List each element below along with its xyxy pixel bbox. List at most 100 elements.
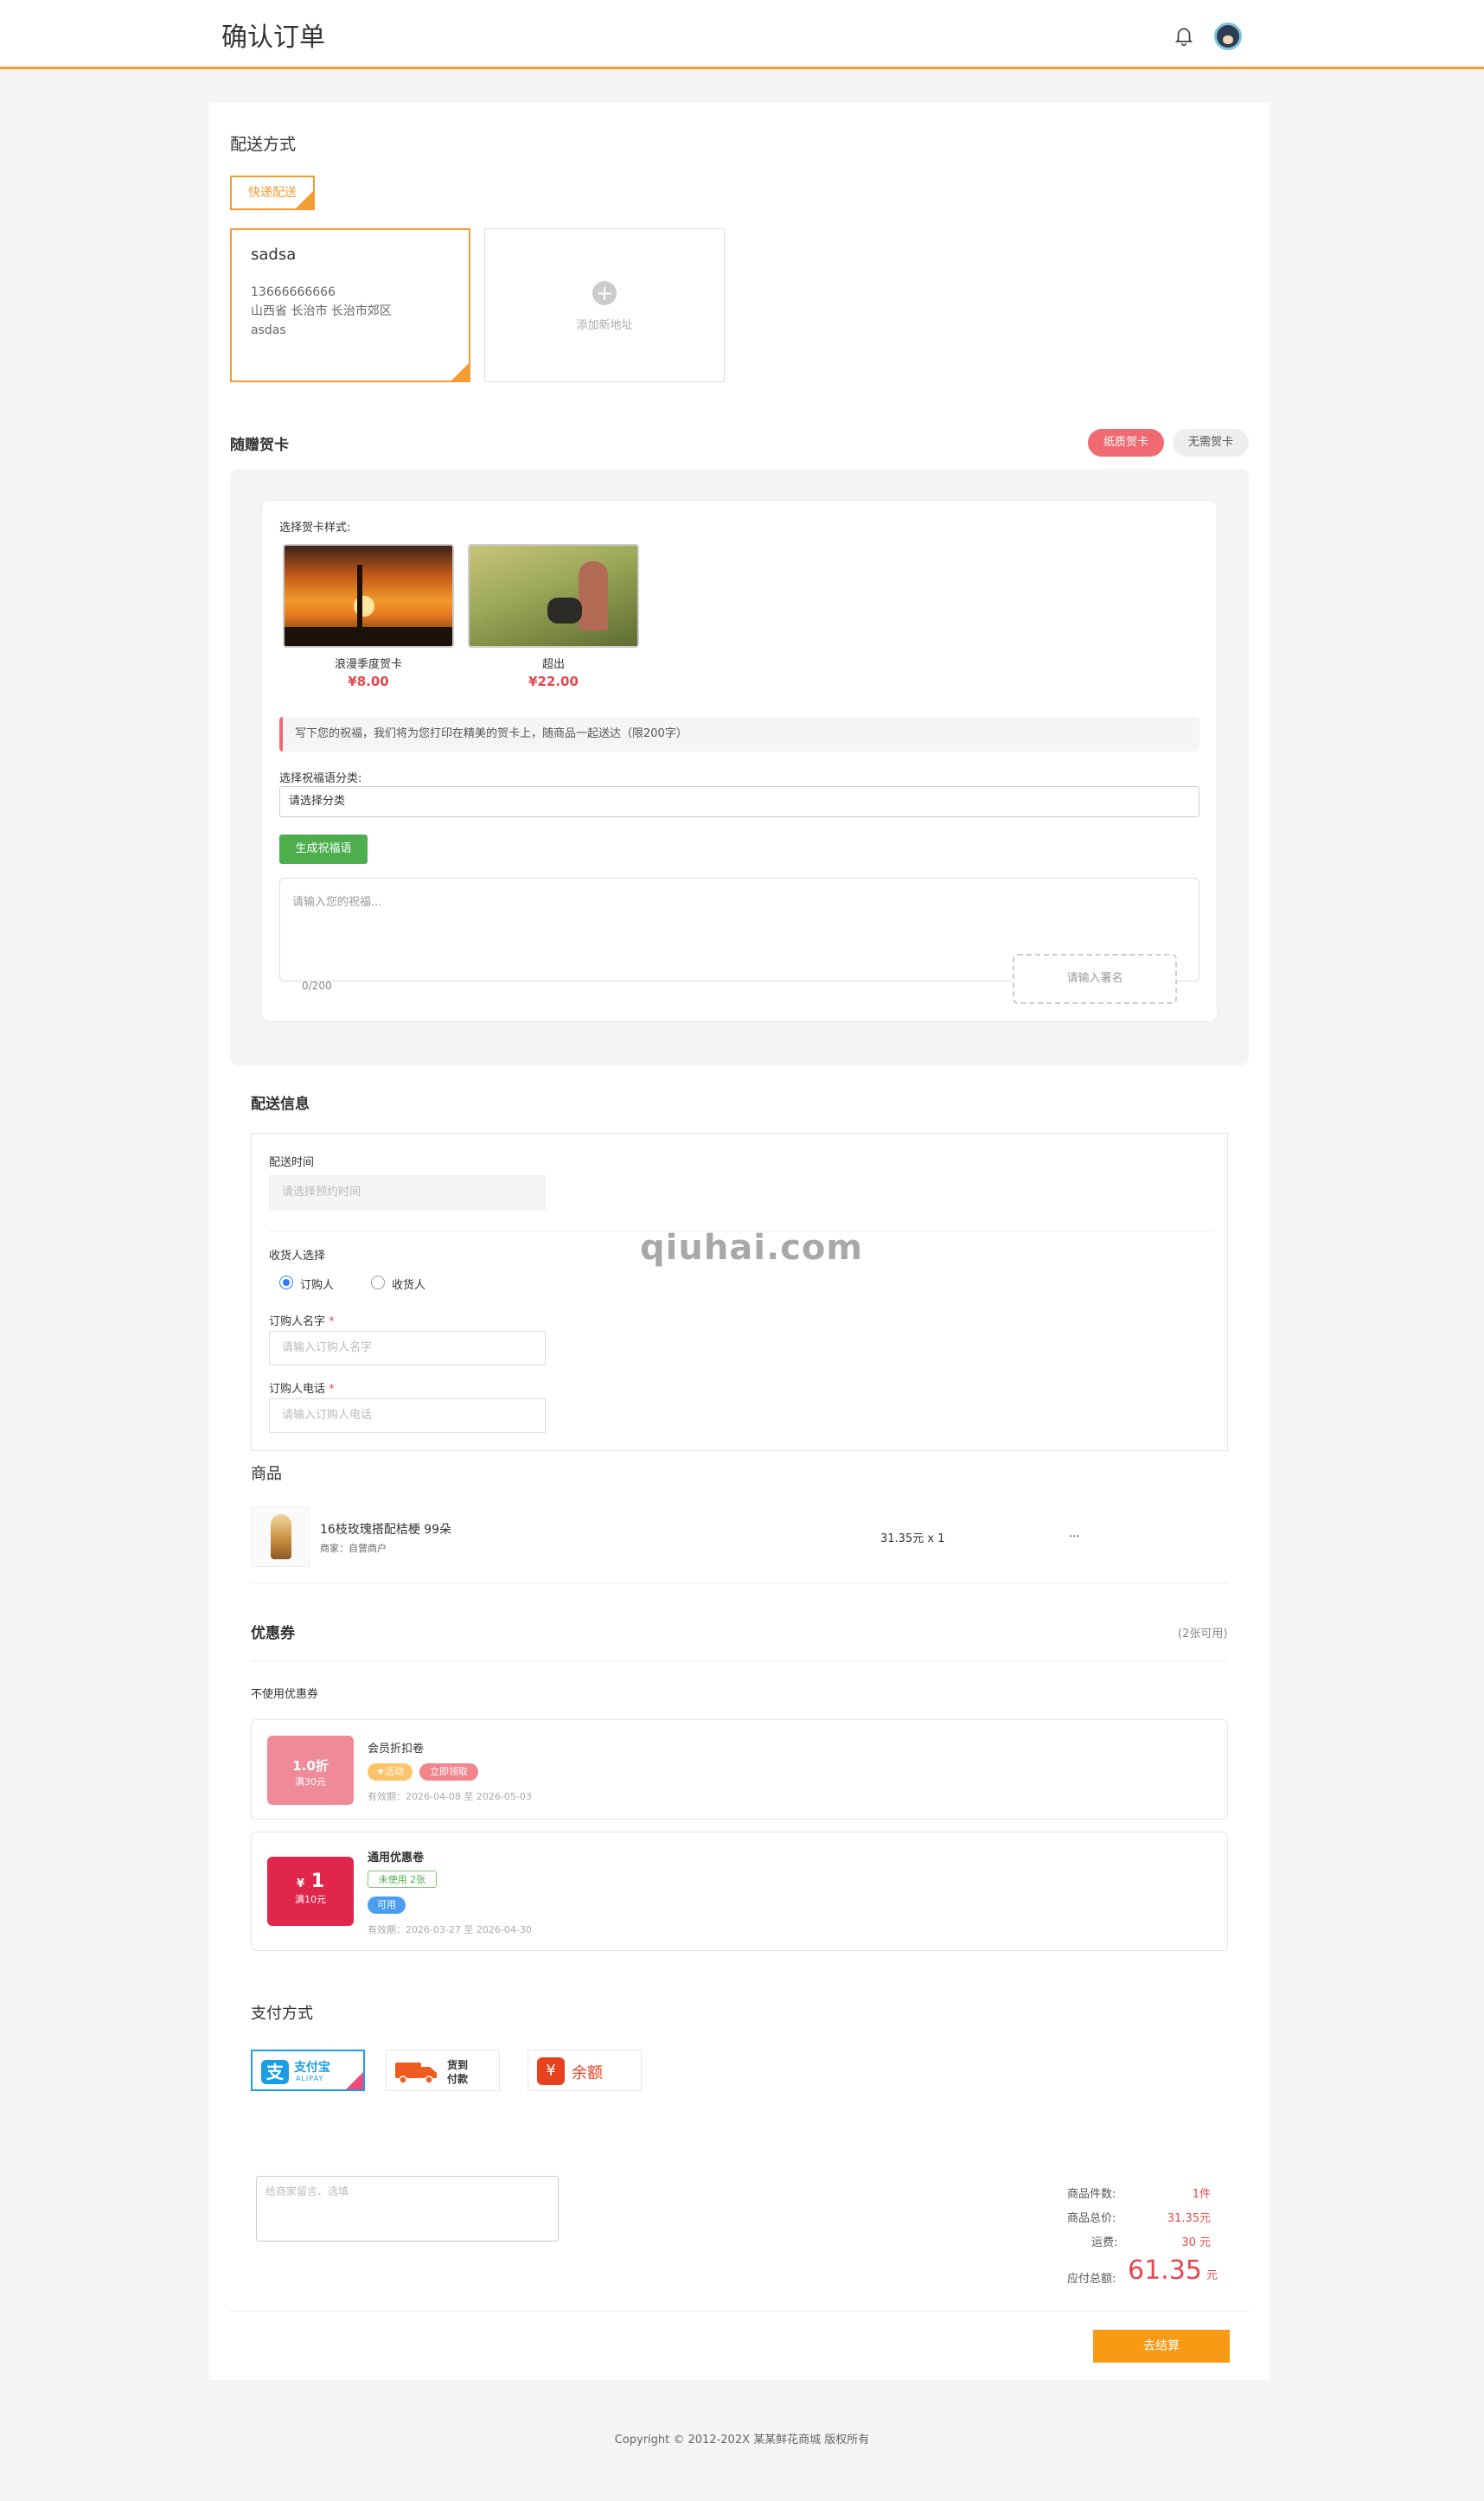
greeting-tip: 写下您的祝福，我们将为您打印在精美的贺卡上，随商品一起送达（限200字） — [279, 717, 1199, 752]
coupon-currency: ¥ — [296, 1877, 305, 1890]
delivery-time-input[interactable]: 请选择预约时间 — [269, 1175, 546, 1210]
product-price-qty: 31.35元 x 1 — [880, 1532, 945, 1545]
pay-balance[interactable]: ¥ 余额 — [528, 2050, 642, 2091]
category-label: 选择祝福语分类: — [279, 772, 362, 785]
page-title: 确认订单 — [221, 22, 325, 53]
coupon-card-member[interactable]: 1.0折 满30元 会员折扣卷 ★活动 立即领取 有效期：2026-04-08 … — [251, 1719, 1228, 1820]
product-image[interactable] — [251, 1506, 310, 1567]
coupon-tag-usable: 可用 — [368, 1897, 406, 1914]
coupon-name: 通用优惠卷 — [368, 1852, 425, 1865]
truck-icon — [395, 2063, 437, 2083]
no-coupon-option[interactable]: 不使用优惠券 — [251, 1685, 318, 1701]
greeting-card-form: 选择贺卡样式: 浪漫季度贺卡 ¥8.00 超出 ¥22.00 写下您的祝福，我们… — [261, 500, 1218, 1022]
paper-card-toggle[interactable]: 纸质贺卡 — [1088, 429, 1164, 457]
footer-copyright: Copyright © 2012-202X 某某鲜花商城 版权所有 — [614, 2434, 870, 2447]
alipay-label: 支付宝 — [294, 2061, 330, 2075]
radio-receiver-label: 收货人 — [392, 1279, 426, 1292]
express-delivery-label: 快递配送 — [248, 186, 297, 200]
address-card-selected[interactable]: sadsa 13666666666 山西省 长治市 长治市郊区 asdas — [230, 228, 470, 382]
divider — [251, 1660, 1228, 1661]
avatar[interactable] — [1214, 22, 1242, 50]
address-phone: 13666666666 — [251, 285, 336, 299]
delivery-method-title: 配送方式 — [230, 135, 297, 154]
card-style-name: 超出 — [541, 658, 565, 671]
coupon-available: (2张可用) — [1178, 1628, 1228, 1641]
radio-receiver[interactable] — [371, 1276, 385, 1289]
generate-greeting-button[interactable]: 生成祝福语 — [279, 835, 368, 864]
orderer-name-label: 订购人名字 * — [269, 1312, 335, 1328]
coupon-tag-unused: 未使用 2张 — [368, 1871, 437, 1888]
card-style-image-field[interactable] — [468, 544, 639, 648]
coupon-tag-claim[interactable]: 立即领取 — [419, 1763, 478, 1781]
card-style-image-sunset[interactable] — [283, 544, 454, 648]
category-select[interactable]: 请选择分类 — [279, 786, 1199, 817]
alipay-label-en: ALIPAY — [296, 2075, 324, 2082]
pay-cash-on-delivery[interactable]: 货到 付款 — [386, 2050, 500, 2091]
greeting-card-title: 随赠贺卡 — [230, 437, 289, 454]
payable-amount: 61.35 元 — [1128, 2255, 1218, 2286]
coupon-tag-activity: ★活动 — [368, 1763, 413, 1781]
delivery-info-box: 配送时间 请选择预约时间 收货人选择 订购人 收货人 订购人名字 * 请输入订购… — [251, 1133, 1228, 1451]
ground-shape — [285, 627, 452, 646]
coupon-condition: 满10元 — [295, 1894, 326, 1905]
card-style-price: ¥22.00 — [528, 674, 579, 689]
coupon-value: 1.0折 — [292, 1758, 329, 1774]
product-title: 商品 — [251, 1465, 282, 1483]
selected-corner-icon — [346, 2072, 363, 2089]
product-name: 16枝玫瑰搭配桔梗 99朵 — [320, 1523, 452, 1537]
total-value: 31.35元 — [1167, 2212, 1211, 2225]
greeting-card-panel: 选择贺卡样式: 浪漫季度贺卡 ¥8.00 超出 ¥22.00 写下您的祝福，我们… — [230, 469, 1249, 1065]
person-shape — [579, 561, 608, 630]
payment-title: 支付方式 — [251, 2005, 313, 2023]
count-value: 1件 — [1192, 2188, 1211, 2201]
divider — [230, 2311, 1249, 2312]
address-detail: asdas — [251, 323, 286, 337]
signature-input[interactable]: 请输入署名 — [1013, 954, 1177, 1004]
add-address-card[interactable]: + 添加新地址 — [484, 228, 725, 382]
selected-corner-icon — [296, 191, 313, 208]
balance-label: 余额 — [572, 2064, 603, 2082]
dog-shape — [547, 598, 582, 624]
cod-label-2: 付款 — [447, 2073, 469, 2085]
coupon-card-general[interactable]: ¥ 1 满10元 通用优惠卷 未使用 2张 可用 有效期：2026-03-27 … — [251, 1832, 1228, 1951]
address-name: sadsa — [251, 246, 297, 264]
freight-value: 30 元 — [1181, 2236, 1211, 2249]
char-count: 0/200 — [302, 980, 332, 992]
bell-icon[interactable] — [1173, 24, 1195, 47]
pay-alipay[interactable]: 支 支付宝 ALIPAY — [251, 2050, 365, 2091]
delivery-time-label: 配送时间 — [269, 1156, 315, 1169]
orderer-phone-input[interactable]: 请输入订购人电话 — [269, 1398, 546, 1433]
bouquet-shape — [271, 1514, 291, 1559]
radio-orderer[interactable] — [279, 1276, 293, 1289]
address-region: 山西省 长治市 长治市郊区 — [251, 304, 392, 318]
freight-label: 运费: — [1091, 2236, 1118, 2249]
product-more[interactable]: ... — [1069, 1527, 1079, 1540]
plus-icon: + — [592, 281, 617, 305]
watermark: qiuhai.com — [640, 1228, 864, 1268]
coupon-badge: 1.0折 满30元 — [267, 1736, 354, 1805]
payable-label: 应付总额: — [1067, 2273, 1116, 2286]
coupon-validity: 有效期：2026-04-08 至 2026-05-03 — [368, 1791, 532, 1802]
dancer-silhouette — [357, 565, 362, 629]
alipay-icon: 支 — [261, 2060, 289, 2084]
remark-input[interactable]: 给商家留言、选填 — [256, 2176, 559, 2242]
required-mark: * — [329, 1383, 335, 1396]
required-mark: * — [329, 1315, 335, 1328]
receiver-label: 收货人选择 — [269, 1250, 326, 1263]
top-bar: 确认订单 — [0, 0, 1484, 69]
selected-corner-icon — [451, 363, 469, 381]
total-label: 商品总价: — [1067, 2212, 1116, 2225]
coupon-amount: 1 — [310, 1871, 325, 1892]
checkout-button[interactable]: 去结算 — [1093, 2330, 1230, 2363]
card-style-name: 浪漫季度贺卡 — [334, 658, 402, 671]
express-delivery-tag[interactable]: 快递配送 — [230, 176, 315, 210]
coupon-title: 优惠券 — [251, 1625, 295, 1642]
card-style-label: 选择贺卡样式: — [279, 521, 351, 534]
cod-label-1: 货到 — [447, 2059, 469, 2071]
orderer-name-input[interactable]: 请输入订购人名字 — [269, 1331, 546, 1366]
card-style-price: ¥8.00 — [348, 674, 389, 689]
coupon-validity: 有效期：2026-03-27 至 2026-04-30 — [368, 1924, 532, 1935]
no-card-toggle[interactable]: 无需贺卡 — [1173, 429, 1249, 457]
count-label: 商品件数: — [1067, 2188, 1116, 2201]
product-shop: 商家：自营商户 — [320, 1543, 387, 1554]
